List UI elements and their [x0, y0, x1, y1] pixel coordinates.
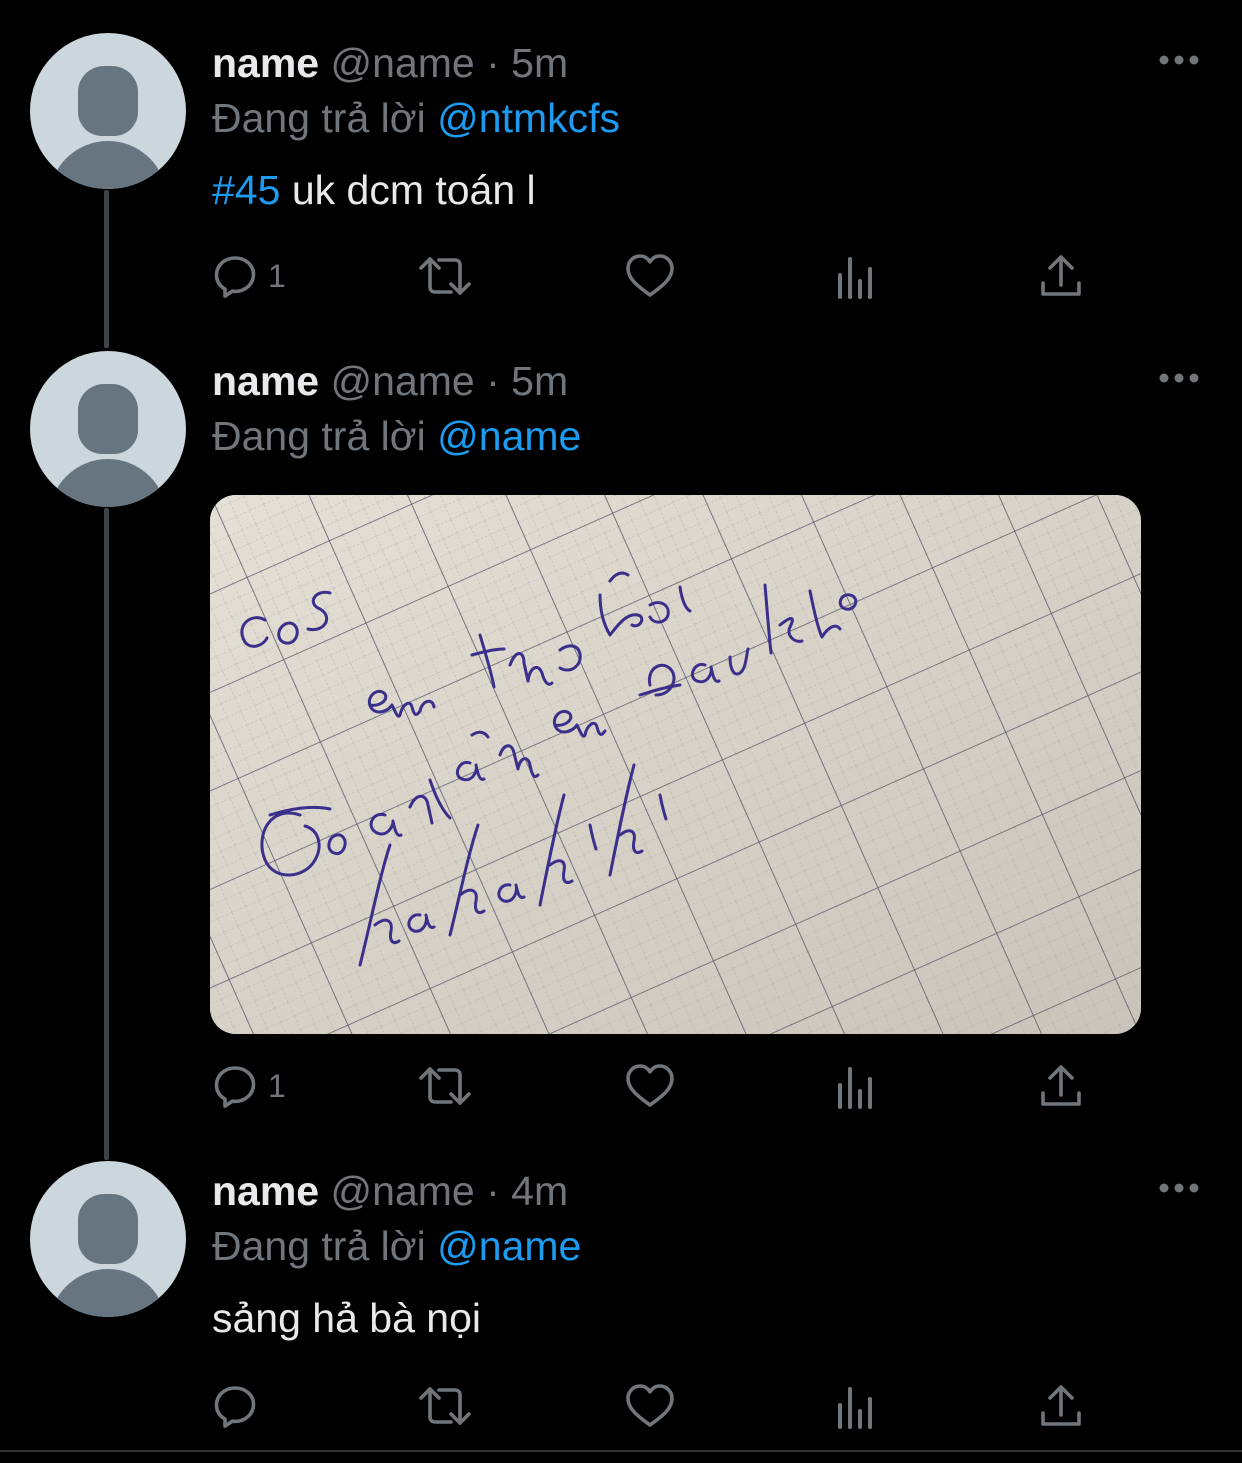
heart-icon: [626, 1384, 674, 1427]
share-button[interactable]: [1038, 1060, 1084, 1112]
retweet-icon: [419, 257, 471, 295]
display-name[interactable]: name: [212, 358, 319, 404]
retweet-button[interactable]: [415, 1380, 475, 1432]
tweet-header: name @name · 5m: [212, 35, 568, 91]
more-dots-icon[interactable]: [1156, 50, 1202, 70]
more-dots-icon[interactable]: [1156, 368, 1202, 388]
handwritten-notebook-photo: [210, 495, 1141, 1034]
tweet-photo[interactable]: [210, 495, 1141, 1034]
replying-to-link[interactable]: @ntmkcfs: [437, 95, 620, 141]
retweet-button[interactable]: [415, 1060, 475, 1112]
share-button[interactable]: [1038, 1380, 1084, 1432]
tweet[interactable]: name @name · 5m Đang trả lời @name 1: [0, 340, 1242, 1150]
heart-icon: [626, 254, 674, 297]
tweet[interactable]: name @name · 4m Đang trả lời @name sảng …: [0, 1150, 1242, 1450]
share-icon: [1041, 255, 1081, 296]
display-name[interactable]: name: [212, 1168, 319, 1214]
avatar[interactable]: [30, 33, 186, 189]
replying-to-link[interactable]: @name: [437, 1223, 581, 1269]
share-button[interactable]: [1038, 250, 1084, 302]
action-bar: 1: [210, 1060, 1090, 1112]
replying-to-link[interactable]: @name: [437, 413, 581, 459]
replying-to: Đang trả lời @ntmkcfs: [212, 90, 620, 146]
like-button[interactable]: [624, 250, 676, 302]
retweet-button[interactable]: [415, 250, 475, 302]
share-icon: [1041, 1385, 1081, 1426]
tweet-header: name @name · 4m: [212, 1163, 568, 1219]
heart-icon: [626, 1064, 674, 1107]
hashtag-link[interactable]: #45: [212, 167, 280, 213]
handle[interactable]: @name: [331, 1168, 475, 1214]
reply-icon: [214, 1066, 256, 1108]
handle[interactable]: @name: [331, 358, 475, 404]
timestamp[interactable]: 4m: [511, 1168, 568, 1214]
reply-count: 1: [268, 257, 286, 294]
share-icon: [1041, 1065, 1081, 1106]
tweet-text: sảng hả bà nọi: [212, 1290, 481, 1346]
analytics-icon: [838, 1067, 872, 1109]
avatar[interactable]: [30, 351, 186, 507]
tweet-body: sảng hả bà nọi: [212, 1295, 482, 1341]
tweet[interactable]: name @name · 5m Đang trả lời @ntmkcfs #4…: [0, 0, 1242, 340]
action-bar: [210, 1380, 1090, 1432]
replying-to-label: Đang trả lời: [212, 95, 426, 141]
replying-to-label: Đang trả lời: [212, 413, 426, 459]
reply-button[interactable]: 1: [210, 250, 286, 302]
retweet-icon: [419, 1387, 471, 1425]
divider: [0, 1450, 1242, 1452]
reply-count: 1: [268, 1067, 286, 1104]
retweet-icon: [419, 1067, 471, 1105]
separator: ·: [486, 40, 500, 86]
action-bar: 1: [210, 250, 1090, 302]
separator: ·: [486, 358, 500, 404]
analytics-icon: [838, 1387, 872, 1429]
timestamp[interactable]: 5m: [511, 358, 568, 404]
like-button[interactable]: [624, 1060, 676, 1112]
more-dots-icon[interactable]: [1156, 1178, 1202, 1198]
avatar[interactable]: [30, 1161, 186, 1317]
reply-button[interactable]: [210, 1380, 268, 1432]
views-button[interactable]: [834, 1380, 878, 1432]
handle[interactable]: @name: [331, 40, 475, 86]
replying-to: Đang trả lời @name: [212, 1218, 581, 1274]
replying-to-label: Đang trả lời: [212, 1223, 426, 1269]
tweet-header: name @name · 5m: [212, 353, 568, 409]
tweet-body: uk dcm toán l: [291, 167, 536, 213]
reply-icon: [214, 256, 256, 298]
views-button[interactable]: [834, 1060, 878, 1112]
reply-button[interactable]: 1: [210, 1060, 286, 1112]
timestamp[interactable]: 5m: [511, 40, 568, 86]
tweet-text: #45 uk dcm toán l: [212, 162, 536, 218]
separator: ·: [486, 1168, 500, 1214]
analytics-icon: [838, 257, 872, 299]
like-button[interactable]: [624, 1380, 676, 1432]
reply-icon: [214, 1386, 256, 1428]
replying-to: Đang trả lời @name: [212, 408, 581, 464]
display-name[interactable]: name: [212, 40, 319, 86]
views-button[interactable]: [834, 250, 878, 302]
